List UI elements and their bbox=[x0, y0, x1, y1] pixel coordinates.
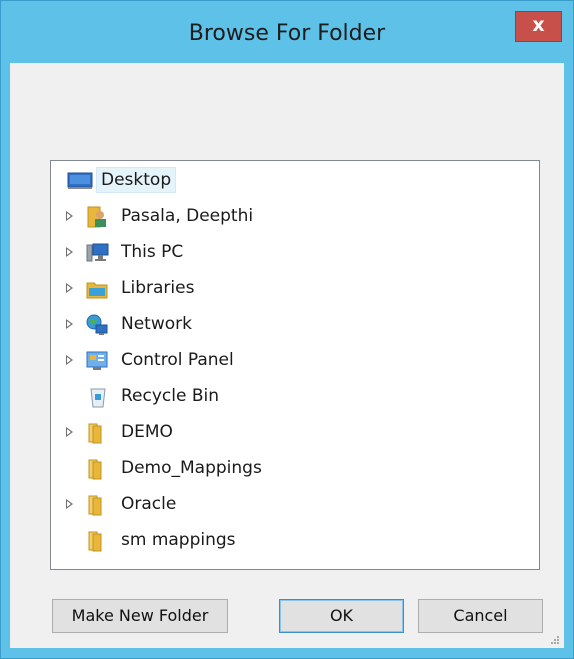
resize-grip-icon[interactable] bbox=[548, 635, 560, 645]
folder-icon bbox=[85, 421, 109, 444]
tree-item-label: Demo_Mappings bbox=[121, 458, 262, 478]
tree-item-label: DEMO bbox=[121, 422, 173, 442]
dialog-title: Browse For Folder bbox=[188, 21, 386, 46]
folder-tree[interactable]: Desktop Pasala, Deepthi This PC Librarie… bbox=[50, 160, 540, 570]
make-new-folder-button[interactable]: Make New Folder bbox=[52, 599, 228, 633]
expand-arrow-icon[interactable] bbox=[66, 283, 73, 293]
tree-item-sm-mappings[interactable]: sm mappings bbox=[51, 523, 521, 557]
user-folder-icon bbox=[85, 205, 109, 228]
desktop-icon bbox=[67, 169, 93, 191]
expand-arrow-icon[interactable] bbox=[66, 211, 73, 221]
tree-item-user[interactable]: Pasala, Deepthi bbox=[51, 199, 521, 233]
folder-icon bbox=[85, 529, 109, 552]
tree-item-label: This PC bbox=[121, 242, 184, 262]
tree-item-network[interactable]: Network bbox=[51, 307, 521, 341]
tree-item-label: sm mappings bbox=[121, 530, 236, 550]
tree-item-this-pc[interactable]: This PC bbox=[51, 235, 521, 269]
tree-item-recycle-bin[interactable]: Recycle Bin bbox=[51, 379, 521, 413]
computer-icon bbox=[85, 241, 109, 263]
tree-item-oracle[interactable]: Oracle bbox=[51, 487, 521, 521]
close-icon: x bbox=[532, 14, 545, 36]
libraries-icon bbox=[85, 277, 109, 299]
tree-item-label: Oracle bbox=[121, 494, 177, 514]
expand-arrow-icon[interactable] bbox=[66, 355, 73, 365]
recycle-bin-icon bbox=[87, 385, 111, 408]
tree-item-label: Control Panel bbox=[121, 350, 234, 370]
tree-item-control-panel[interactable]: Control Panel bbox=[51, 343, 521, 377]
expand-arrow-icon[interactable] bbox=[66, 499, 73, 509]
folder-icon bbox=[85, 493, 109, 516]
tree-item-demo-mappings[interactable]: Demo_Mappings bbox=[51, 451, 521, 485]
title-bar[interactable]: Browse For Folder x bbox=[1, 1, 573, 63]
tree-item-label: Desktop bbox=[95, 167, 177, 193]
control-panel-icon bbox=[85, 349, 109, 371]
expand-arrow-icon[interactable] bbox=[66, 247, 73, 257]
tree-item-desktop[interactable]: Desktop bbox=[51, 163, 521, 197]
browse-for-folder-dialog: Browse For Folder x Desktop Pasala, Deep… bbox=[0, 0, 574, 659]
tree-item-label: Libraries bbox=[121, 278, 195, 298]
dialog-body: Desktop Pasala, Deepthi This PC Librarie… bbox=[10, 63, 564, 648]
network-icon bbox=[85, 313, 109, 335]
cancel-button[interactable]: Cancel bbox=[418, 599, 543, 633]
folder-icon bbox=[85, 457, 109, 480]
tree-item-demo[interactable]: DEMO bbox=[51, 415, 521, 449]
tree-item-label: Recycle Bin bbox=[121, 386, 220, 406]
tree-item-label: Pasala, Deepthi bbox=[121, 206, 254, 226]
tree-item-label: Network bbox=[121, 314, 192, 334]
expand-arrow-icon[interactable] bbox=[66, 319, 73, 329]
close-button[interactable]: x bbox=[515, 11, 562, 42]
ok-button[interactable]: OK bbox=[279, 599, 404, 633]
expand-arrow-icon[interactable] bbox=[66, 427, 73, 437]
tree-item-libraries[interactable]: Libraries bbox=[51, 271, 521, 305]
